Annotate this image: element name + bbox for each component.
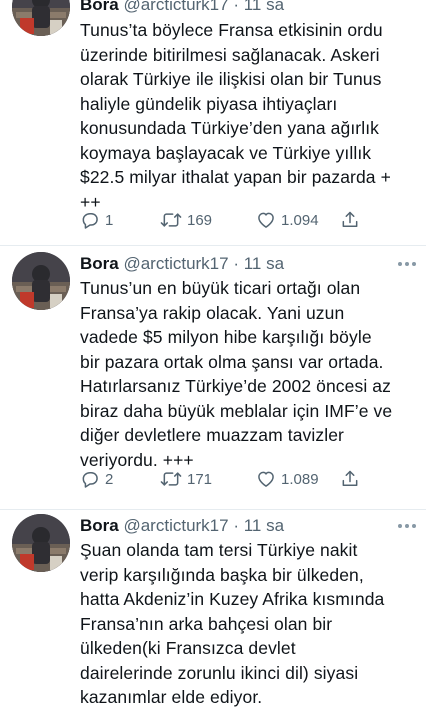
reply-icon — [80, 210, 100, 230]
tweet-text-line: Şuan olanda tam tersi Türkiye nakit — [80, 540, 358, 560]
tweet-text-line: kazanımlar elde ediyor. — [80, 687, 263, 707]
tweet-text-line: Fransa’ya rakip olacak. Yani uzun — [80, 302, 345, 323]
retweet-button[interactable]: 169 — [160, 209, 212, 231]
reply-button[interactable]: 1 — [80, 209, 113, 231]
tweet-actions: 2 171 1.089 — [80, 468, 380, 490]
tweet-feed: Bora @arcticturk17 · 11 sa Tunus’ta böyl… — [0, 0, 426, 710]
tweet[interactable]: Bora @arcticturk17 · 11 sa Tunus’ta böyl… — [0, 0, 426, 246]
author-handle[interactable]: @arcticturk17 — [123, 0, 228, 14]
more-icon-dot — [412, 262, 416, 266]
more-icon-dot — [405, 524, 409, 528]
share-icon — [340, 210, 360, 230]
tweet-text: Tunus’ta böylece Fransa etkisinin ordu ü… — [80, 18, 416, 214]
tweet-text-line: Tunus’ta böylece Fransa etkisinin ordu — [80, 20, 383, 40]
tweet-text-line: verip karşılığında başka bir ülkeden, — [80, 564, 364, 585]
more-icon-dot — [412, 524, 416, 528]
more-options-button[interactable] — [398, 259, 416, 269]
more-icon — [398, 524, 402, 528]
more-icon-dot — [405, 262, 409, 266]
author-handle[interactable]: @arcticturk17 — [123, 516, 228, 535]
more-options-button[interactable] — [398, 521, 416, 531]
more-icon — [398, 262, 402, 266]
retweet-count: 171 — [187, 470, 213, 488]
tweet-header: Bora @arcticturk17 · 11 sa — [80, 0, 416, 15]
author-name[interactable]: Bora — [80, 516, 119, 535]
share-icon — [340, 469, 360, 489]
tweet-header: Bora @arcticturk17 · 11 sa — [80, 516, 416, 536]
timestamp[interactable]: 11 sa — [244, 516, 284, 535]
timestamp[interactable]: 11 sa — [244, 254, 284, 273]
separator: · — [233, 254, 239, 273]
tweet-text-line: koymaya başlayacak ve Türkiye yıllık — [80, 142, 372, 163]
tweet-text-line: ülkeden(ki Fransızca devlet — [80, 638, 296, 658]
share-button[interactable] — [340, 468, 360, 490]
like-count: 1.089 — [281, 470, 319, 488]
share-button[interactable] — [340, 209, 360, 231]
retweet-icon — [160, 210, 182, 230]
tweet-text-line: $22.5 milyar ithalat yapan bir pazarda + — [80, 167, 391, 187]
like-button[interactable]: 1.094 — [256, 209, 319, 231]
tweet-text-line: konusundada Türkiye’den yana ağırlık — [80, 118, 380, 138]
like-icon — [256, 210, 276, 230]
tweet-text-line: Fransa’nın arka bahçesi olan bir — [80, 613, 333, 634]
reply-icon — [80, 469, 100, 489]
retweet-icon — [160, 469, 182, 489]
reply-button[interactable]: 2 — [80, 468, 113, 490]
timestamp[interactable]: 11 sa — [244, 0, 284, 14]
avatar[interactable] — [12, 252, 70, 310]
tweet[interactable]: Bora @arcticturk17 · 11 sa Tunus’un en b… — [0, 246, 426, 510]
reply-count: 2 — [105, 470, 114, 488]
author-name[interactable]: Bora — [80, 254, 119, 273]
tweet-text-line: haliyle gündelik piyasa ihtiyaçları — [80, 93, 338, 114]
reply-count: 1 — [105, 211, 114, 229]
avatar[interactable] — [12, 0, 70, 36]
like-count: 1.094 — [281, 211, 319, 229]
tweet-text-line: dairelerinde zorunlu ikinci dil) siyasi — [80, 662, 359, 683]
tweet-text-line: vadede $5 milyon hibe karşılığı böyle — [80, 327, 372, 347]
tweet-text-line: hatta Akdeniz’in Kuzey Afrika kısmında — [80, 589, 385, 609]
author-name[interactable]: Bora — [80, 0, 119, 14]
avatar[interactable] — [12, 514, 70, 572]
separator: · — [233, 0, 239, 14]
tweet[interactable]: Bora @arcticturk17 · 11 sa Şuan olanda t… — [0, 510, 426, 710]
tweet-text-line: Tunus’un en büyük ticari ortağı olan — [80, 278, 361, 298]
like-button[interactable]: 1.089 — [256, 468, 319, 490]
tweet-text: Tunus’un en büyük ticari ortağı olan Fra… — [80, 276, 416, 472]
tweet-text-line: üzerinde bitirilmesi sağlanacak. Askeri — [80, 44, 380, 65]
author-handle[interactable]: @arcticturk17 — [123, 254, 228, 273]
tweet-actions: 1 169 1.094 — [80, 209, 380, 231]
separator: · — [233, 516, 239, 535]
retweet-button[interactable]: 171 — [160, 468, 212, 490]
retweet-count: 169 — [187, 211, 213, 229]
tweet-text-line: olarak Türkiye ile ilişkisi olan bir Tun… — [80, 69, 382, 89]
tweet-header: Bora @arcticturk17 · 11 sa — [80, 254, 416, 274]
tweet-text-line: biraz daha büyük meblalar için IMF’e ve — [80, 400, 393, 421]
tweet-text-line: bir pazara ortak olma şansı var ortada. — [80, 351, 384, 372]
tweet-text: Şuan olanda tam tersi Türkiye nakit veri… — [80, 538, 416, 710]
tweet-text-line: diğer devletlere muazzam tavizler — [80, 425, 344, 445]
like-icon — [256, 469, 276, 489]
tweet-text-line: Hatırlarsanız Türkiye’de 2002 öncesi az — [80, 376, 391, 396]
